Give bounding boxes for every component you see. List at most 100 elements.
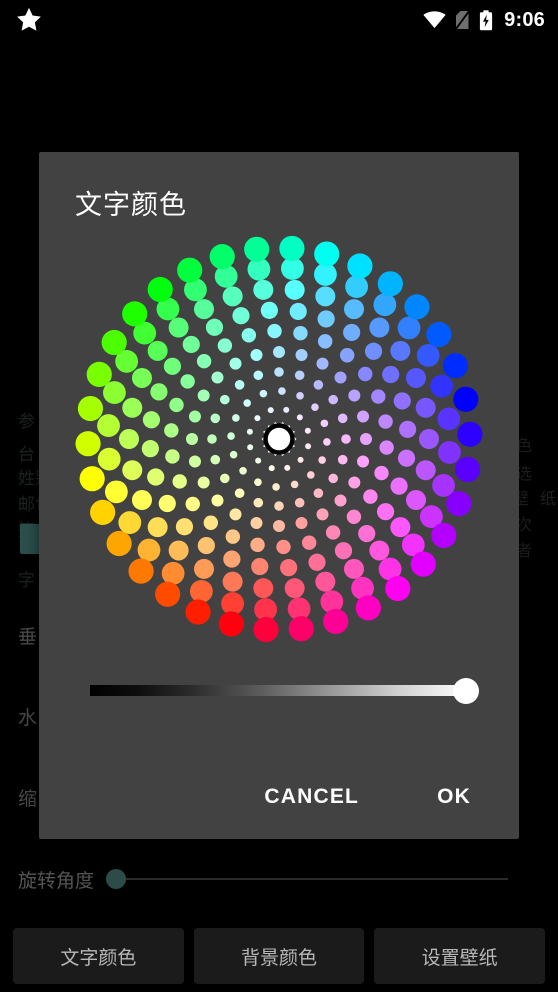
color-wheel-dot[interactable]	[294, 370, 305, 381]
color-wheel-dot[interactable]	[289, 302, 307, 321]
color-wheel-dot[interactable]	[323, 608, 349, 634]
color-wheel-dot[interactable]	[260, 301, 278, 319]
color-wheel-dot[interactable]	[346, 509, 362, 524]
color-wheel-dot[interactable]	[147, 276, 173, 303]
color-wheel-dot[interactable]	[90, 499, 116, 525]
color-wheel-dot[interactable]	[158, 494, 176, 513]
color-wheel-dot[interactable]	[446, 490, 472, 517]
color-wheel-dot[interactable]	[165, 449, 180, 464]
color-wheel-dot[interactable]	[316, 357, 329, 370]
color-wheel-dot[interactable]	[273, 346, 285, 358]
color-wheel-dot[interactable]	[234, 488, 245, 498]
color-wheel-dot[interactable]	[308, 553, 326, 571]
color-wheel-dot[interactable]	[393, 392, 411, 410]
color-wheel-dot[interactable]	[371, 389, 386, 404]
color-wheel-dot[interactable]	[284, 464, 291, 471]
color-wheel-dot[interactable]	[415, 397, 436, 418]
color-wheel-dot[interactable]	[377, 271, 403, 297]
color-wheel-dot[interactable]	[369, 317, 390, 338]
color-wheel-dot[interactable]	[374, 465, 389, 481]
color-wheel-dot[interactable]	[186, 433, 198, 445]
color-wheel-dot[interactable]	[254, 478, 262, 486]
color-wheel-dot[interactable]	[239, 467, 247, 475]
color-wheel-dot[interactable]	[337, 413, 348, 424]
color-wheel-dot[interactable]	[97, 414, 120, 437]
color-wheel-dot[interactable]	[188, 455, 201, 468]
color-wheel-dot[interactable]	[344, 558, 364, 579]
color-wheel-dot[interactable]	[317, 310, 335, 328]
color-wheel-dot[interactable]	[348, 476, 361, 489]
color-wheel-dot[interactable]	[142, 411, 161, 429]
color-wheel-dot[interactable]	[197, 536, 215, 555]
color-wheel-dot[interactable]	[251, 557, 269, 576]
color-wheel-dot[interactable]	[369, 540, 390, 561]
color-wheel-dot[interactable]	[197, 389, 210, 402]
color-wheel-dot[interactable]	[141, 440, 159, 458]
rotation-angle-thumb[interactable]	[106, 869, 127, 889]
color-wheel-dot[interactable]	[164, 423, 179, 438]
color-wheel-dot[interactable]	[313, 488, 324, 498]
text-color-button[interactable]: 文字颜色	[13, 928, 184, 984]
color-wheel-dot[interactable]	[147, 340, 168, 361]
color-wheel-dot[interactable]	[267, 323, 282, 339]
color-wheel-dot[interactable]	[348, 389, 361, 402]
color-wheel-dot[interactable]	[341, 434, 351, 444]
color-wheel-dot[interactable]	[168, 317, 189, 338]
color-wheel-dot[interactable]	[217, 338, 233, 353]
color-wheel-dot[interactable]	[250, 517, 263, 530]
color-wheel-dot[interactable]	[211, 494, 224, 507]
cancel-button[interactable]: CANCEL	[254, 777, 369, 817]
color-wheel-dot[interactable]	[255, 457, 262, 464]
color-wheel-dot[interactable]	[334, 542, 353, 560]
color-wheel-dot[interactable]	[223, 550, 241, 568]
color-wheel-dot[interactable]	[185, 496, 200, 512]
color-wheel-dot[interactable]	[430, 374, 454, 398]
color-wheel-dot[interactable]	[222, 286, 243, 307]
color-wheel-dot[interactable]	[390, 340, 411, 361]
color-wheel-dot[interactable]	[220, 473, 230, 484]
color-wheel-dot[interactable]	[253, 497, 264, 508]
color-wheel-dot[interactable]	[278, 387, 286, 395]
color-wheel-dot[interactable]	[426, 321, 452, 348]
color-wheel-dot[interactable]	[311, 403, 319, 411]
color-wheel-dot[interactable]	[250, 537, 265, 553]
color-wheel-dot[interactable]	[293, 325, 308, 341]
color-wheel-dot[interactable]	[274, 501, 284, 511]
color-wheel-selector[interactable]	[261, 421, 297, 457]
color-wheel-dot[interactable]	[194, 299, 214, 320]
color-wheel-dot[interactable]	[419, 429, 439, 449]
color-wheel-dot[interactable]	[295, 517, 308, 530]
color-wheel-dot[interactable]	[101, 329, 127, 356]
color-wheel-dot[interactable]	[431, 522, 457, 549]
color-wheel-dot[interactable]	[415, 460, 436, 481]
color-wheel-dot[interactable]	[205, 318, 224, 336]
color-wheel-dot[interactable]	[234, 380, 245, 390]
color-wheel-dot[interactable]	[229, 508, 242, 521]
color-wheel-dot[interactable]	[301, 535, 317, 550]
color-wheel-dot[interactable]	[406, 367, 427, 388]
color-wheel-dot[interactable]	[280, 559, 298, 577]
color-wheel-dot[interactable]	[334, 371, 347, 384]
color-wheel-dot[interactable]	[147, 468, 165, 486]
color-wheel-dot[interactable]	[325, 525, 341, 540]
color-wheel-dot[interactable]	[194, 558, 214, 579]
color-wheel-dot[interactable]	[397, 316, 421, 340]
color-wheel-dot[interactable]	[295, 348, 308, 361]
color-wheel-dot[interactable]	[168, 540, 189, 561]
color-wheel-dot[interactable]	[355, 595, 381, 621]
color-wheel-dot[interactable]	[77, 395, 104, 422]
color-wheel-dot[interactable]	[182, 335, 200, 354]
color-wheel-dot[interactable]	[288, 616, 314, 642]
color-wheel-dot[interactable]	[259, 389, 268, 398]
color-wheel-dot[interactable]	[284, 578, 305, 599]
color-wheel-dot[interactable]	[267, 407, 274, 414]
color-wheel-dot[interactable]	[86, 361, 112, 388]
color-wheel-dot[interactable]	[211, 371, 224, 384]
color-wheel-dot[interactable]	[185, 599, 211, 625]
color-wheel-dot[interactable]	[453, 386, 479, 412]
color-wheel-dot[interactable]	[244, 236, 270, 262]
color-wheel-dot[interactable]	[272, 483, 280, 491]
color-wheel-dot[interactable]	[210, 413, 221, 424]
color-wheel-dot[interactable]	[122, 460, 143, 481]
color-wheel-dot[interactable]	[343, 323, 361, 342]
